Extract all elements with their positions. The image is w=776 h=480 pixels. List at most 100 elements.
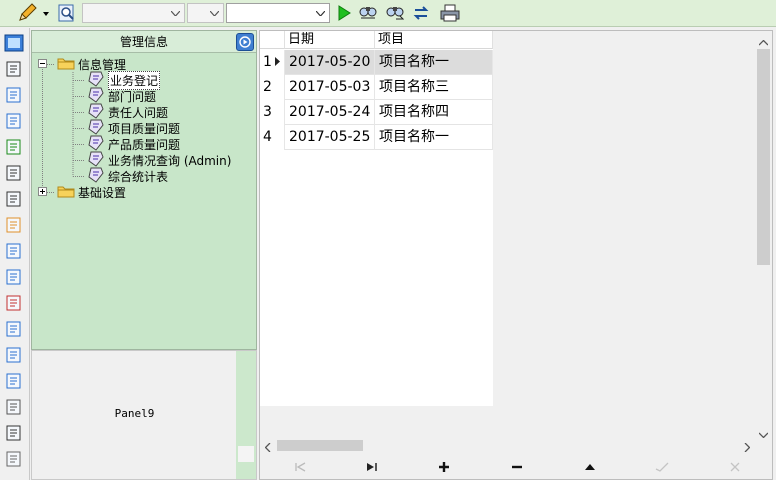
collapse-icon[interactable]	[38, 57, 47, 71]
vertical-scroll-thumb[interactable]	[757, 49, 770, 265]
scroll-down-icon[interactable]	[758, 427, 769, 441]
print-button[interactable]	[439, 2, 461, 24]
find-icon	[359, 7, 377, 19]
cell-item[interactable]: 项目名称四	[375, 100, 493, 125]
last-icon	[367, 463, 377, 471]
folder-icon	[57, 56, 75, 73]
column-header-item[interactable]: 项目	[375, 31, 493, 49]
row-number: 4	[260, 125, 285, 150]
chevron-down-icon	[206, 4, 223, 22]
scroll-left-icon[interactable]	[264, 441, 271, 455]
pencil-dropdown-button[interactable]	[16, 2, 52, 24]
scroll-right-icon[interactable]	[744, 441, 751, 455]
tree-node[interactable]: 业务情况查询 (Admin)	[87, 151, 232, 168]
export-icon[interactable]	[3, 188, 25, 210]
toolbar	[0, 0, 776, 27]
cell-date[interactable]: 2017-05-25	[285, 125, 375, 150]
cell-item[interactable]: 项目名称一	[375, 125, 493, 150]
copy-icon[interactable]	[3, 214, 25, 236]
horizontal-scrollbar[interactable]	[260, 437, 757, 454]
table-row[interactable]: 1 2017-05-20 项目名称一	[260, 50, 493, 75]
cell-date[interactable]: 2017-05-24	[285, 100, 375, 125]
row-number-label: 2	[263, 79, 272, 95]
form-icon[interactable]	[3, 32, 25, 54]
panel9-side-block	[238, 446, 254, 462]
folder-icon	[57, 184, 75, 201]
cell-date[interactable]: 2017-05-03	[285, 75, 375, 100]
run-button[interactable]	[333, 2, 355, 24]
last-record-button[interactable]	[360, 457, 384, 477]
tree-node-label: 产品质量问题	[108, 137, 181, 152]
link-icon[interactable]	[3, 292, 25, 314]
tree-node-label: 责任人问题	[108, 105, 169, 120]
row-indicator-header	[260, 31, 285, 49]
trash-icon[interactable]	[3, 448, 25, 470]
doc-icon[interactable]	[3, 110, 25, 132]
grid-icon[interactable]	[3, 396, 25, 418]
panel9: Panel9	[31, 350, 257, 480]
tree-node-label: 项目质量问题	[108, 121, 181, 136]
insert-record-button[interactable]	[432, 457, 456, 477]
refresh-button[interactable]	[410, 2, 432, 24]
column-header-date[interactable]: 日期	[285, 31, 375, 49]
cancel-icon	[730, 462, 740, 472]
print-icon	[440, 4, 460, 22]
row-number-label: 4	[263, 129, 272, 145]
row-number: 2	[260, 75, 285, 100]
row-number: 1	[260, 50, 285, 75]
edit-icon[interactable]	[3, 240, 25, 262]
horizontal-scroll-thumb[interactable]	[277, 440, 363, 451]
tree-node-label: 业务情况查询 (Admin)	[108, 153, 232, 168]
chart-icon[interactable]	[3, 136, 25, 158]
cell-item[interactable]: 项目名称一	[375, 50, 493, 75]
list-icon[interactable]	[3, 84, 25, 106]
find-button[interactable]	[357, 2, 379, 24]
table-icon[interactable]	[3, 370, 25, 392]
data-grid: 日期 项目 1 2017-05-20 项目名称一 2 2017-05-03 项目名称三 3 2…	[259, 30, 773, 480]
tree-node[interactable]: 基础设置	[38, 184, 126, 200]
pencil-icon	[19, 3, 49, 21]
first-record-button[interactable]	[288, 457, 312, 477]
scroll-up-icon[interactable]	[758, 35, 769, 49]
table-row[interactable]: 4 2017-05-25 项目名称一	[260, 125, 493, 150]
current-row-icon	[274, 54, 281, 70]
tree-icon[interactable]	[3, 58, 25, 80]
users-icon[interactable]	[3, 266, 25, 288]
value-combo[interactable]	[226, 3, 330, 23]
find-next-icon	[386, 7, 404, 20]
cell-date[interactable]: 2017-05-20	[285, 50, 375, 75]
post-icon	[655, 462, 669, 472]
tree-node-label: 综合统计表	[108, 169, 169, 184]
edit-icon	[585, 464, 595, 470]
delete-icon	[512, 465, 522, 469]
table-row[interactable]: 3 2017-05-24 项目名称四	[260, 100, 493, 125]
tree-node[interactable]: 综合统计表	[87, 167, 169, 184]
report-icon[interactable]	[3, 318, 25, 340]
grid-body: 日期 项目 1 2017-05-20 项目名称一 2 2017-05-03 项目名称三 3 2…	[260, 31, 493, 406]
page-icon[interactable]	[3, 344, 25, 366]
run-icon	[338, 5, 351, 21]
panel9-caption: Panel9	[114, 407, 155, 420]
insert-icon	[439, 462, 449, 472]
find-next-button[interactable]	[384, 2, 406, 24]
vertical-scrollbar[interactable]	[755, 31, 772, 441]
mail-icon[interactable]	[3, 162, 25, 184]
cell-item[interactable]: 项目名称三	[375, 75, 493, 100]
edit-record-button[interactable]	[578, 457, 602, 477]
post-record-button[interactable]	[650, 457, 674, 477]
db-navigator	[260, 455, 772, 479]
operator-combo[interactable]	[187, 3, 224, 23]
cancel-record-button[interactable]	[723, 457, 747, 477]
chevron-down-icon	[312, 4, 329, 22]
settings-icon[interactable]	[3, 422, 25, 444]
expand-icon[interactable]	[38, 185, 47, 199]
filter-field-combo[interactable]	[82, 3, 185, 23]
chevron-down-icon	[167, 4, 184, 22]
search-icon	[58, 4, 74, 22]
row-number-label: 3	[263, 104, 272, 120]
table-row[interactable]: 2 2017-05-03 项目名称三	[260, 75, 493, 100]
panel9-side-strip	[236, 351, 256, 479]
search-button[interactable]	[56, 2, 78, 24]
delete-record-button[interactable]	[505, 457, 529, 477]
row-number: 3	[260, 100, 285, 125]
